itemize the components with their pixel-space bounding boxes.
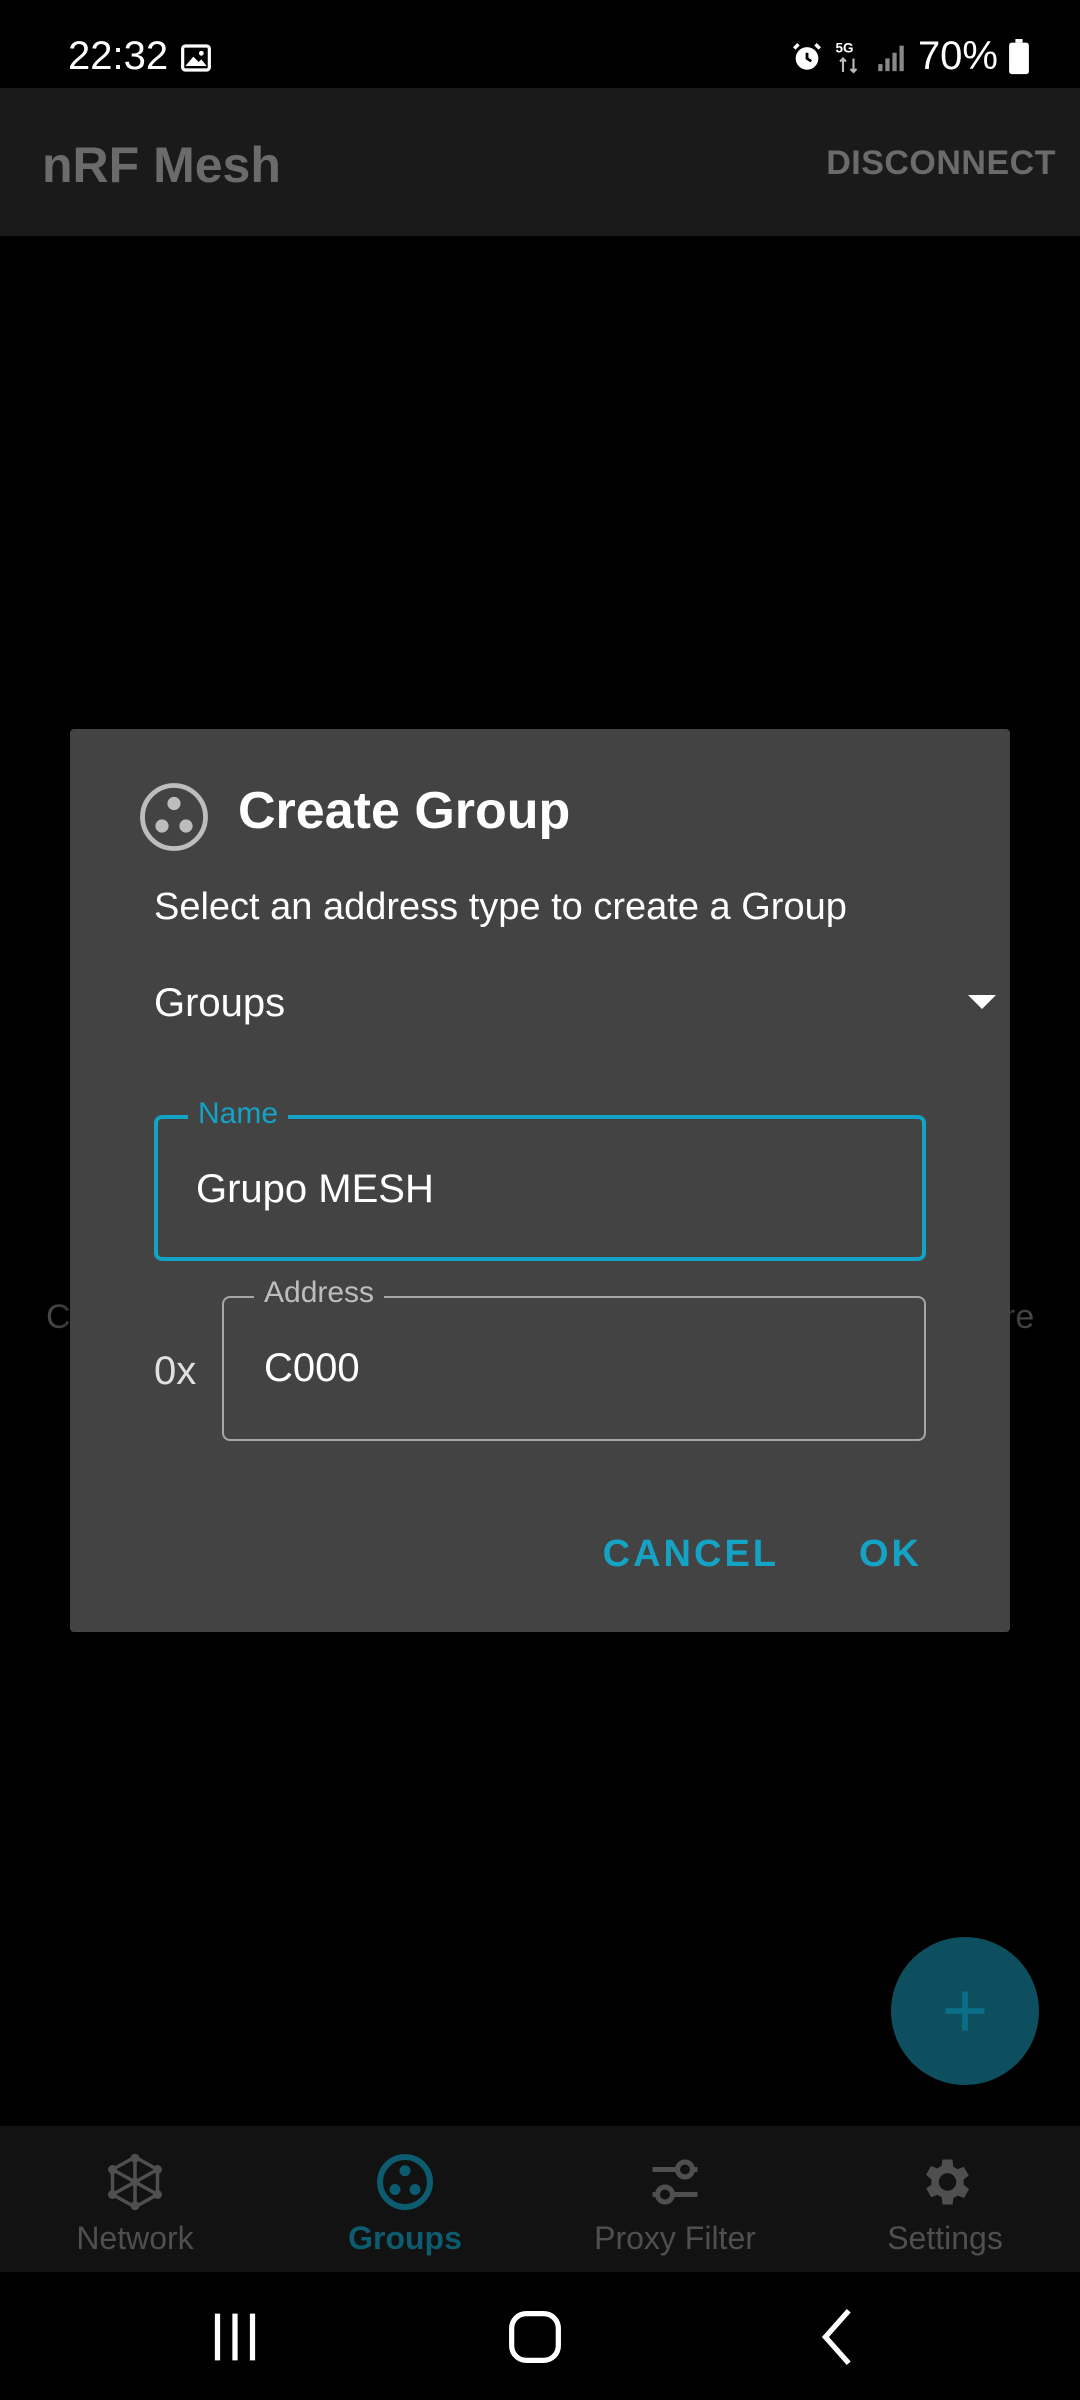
address-type-dropdown[interactable]: Groups: [154, 969, 996, 1043]
battery-icon: [1009, 38, 1029, 74]
group-name-input[interactable]: Grupo MESH: [196, 1167, 434, 1212]
nav-item-settings[interactable]: Settings: [810, 2126, 1080, 2272]
nav-label-network: Network: [76, 2220, 194, 2256]
empty-hint-fragment-left: C: [46, 1298, 71, 1336]
group-name-field[interactable]: Name Grupo MESH: [154, 1097, 926, 1261]
add-group-fab[interactable]: [891, 1937, 1039, 2085]
network-5g-icon: 5G: [835, 40, 858, 73]
image-notification-icon: [181, 44, 211, 72]
alarm-icon: [792, 42, 821, 70]
group-address-label: Address: [254, 1276, 385, 1310]
nav-label-groups: Groups: [348, 2220, 462, 2256]
svg-text:5G: 5G: [835, 40, 853, 55]
group-icon: [140, 783, 208, 851]
address-hex-prefix: 0x: [154, 1349, 197, 1393]
signal-icon: [878, 45, 904, 71]
disconnect-button[interactable]: DISCONNECT: [826, 144, 1056, 183]
plus-icon: [945, 1991, 985, 2031]
nav-label-proxy-filter: Proxy Filter: [594, 2220, 756, 2256]
ok-button[interactable]: OK: [859, 1533, 922, 1576]
settings-icon: [926, 2159, 969, 2205]
back-icon[interactable]: [805, 2302, 875, 2372]
dialog-subtitle: Select an address type to create a Group: [154, 886, 847, 928]
group-address-field[interactable]: Address C000: [222, 1276, 926, 1441]
cancel-button[interactable]: CANCEL: [603, 1533, 779, 1576]
nav-item-proxy-filter[interactable]: Proxy Filter: [540, 2126, 810, 2272]
nav-label-settings: Settings: [887, 2220, 1003, 2256]
status-time: 22:32: [68, 34, 169, 78]
dialog-actions: CANCEL OK: [603, 1533, 922, 1576]
group-name-label: Name: [188, 1097, 289, 1131]
status-bar: 22:32 5G 70%: [0, 0, 1080, 88]
dialog-title: Create Group: [238, 782, 571, 840]
groups-icon: [377, 2154, 433, 2210]
network-icon: [108, 2153, 162, 2211]
system-navigation-bar: [0, 2272, 1080, 2400]
nav-item-network[interactable]: Network: [0, 2126, 270, 2272]
battery-percentage: 70%: [917, 34, 998, 78]
create-group-dialog: Create Group Select an address type to c…: [70, 729, 1010, 1632]
home-icon[interactable]: [500, 2302, 570, 2372]
status-indicators: 5G 70%: [790, 34, 1030, 79]
bottom-navigation: Network Groups Proxy Filter Settings: [0, 2126, 1080, 2272]
recent-apps-icon[interactable]: [200, 2302, 270, 2372]
app-bar: nRF Mesh DISCONNECT: [0, 88, 1080, 236]
group-address-input[interactable]: C000: [264, 1346, 360, 1391]
address-type-selected: Groups: [154, 981, 286, 1025]
dropdown-arrow-icon: [968, 995, 996, 1009]
proxy-filter-icon: [652, 2159, 698, 2205]
app-title: nRF Mesh: [42, 137, 281, 193]
nav-item-groups[interactable]: Groups: [270, 2126, 540, 2272]
